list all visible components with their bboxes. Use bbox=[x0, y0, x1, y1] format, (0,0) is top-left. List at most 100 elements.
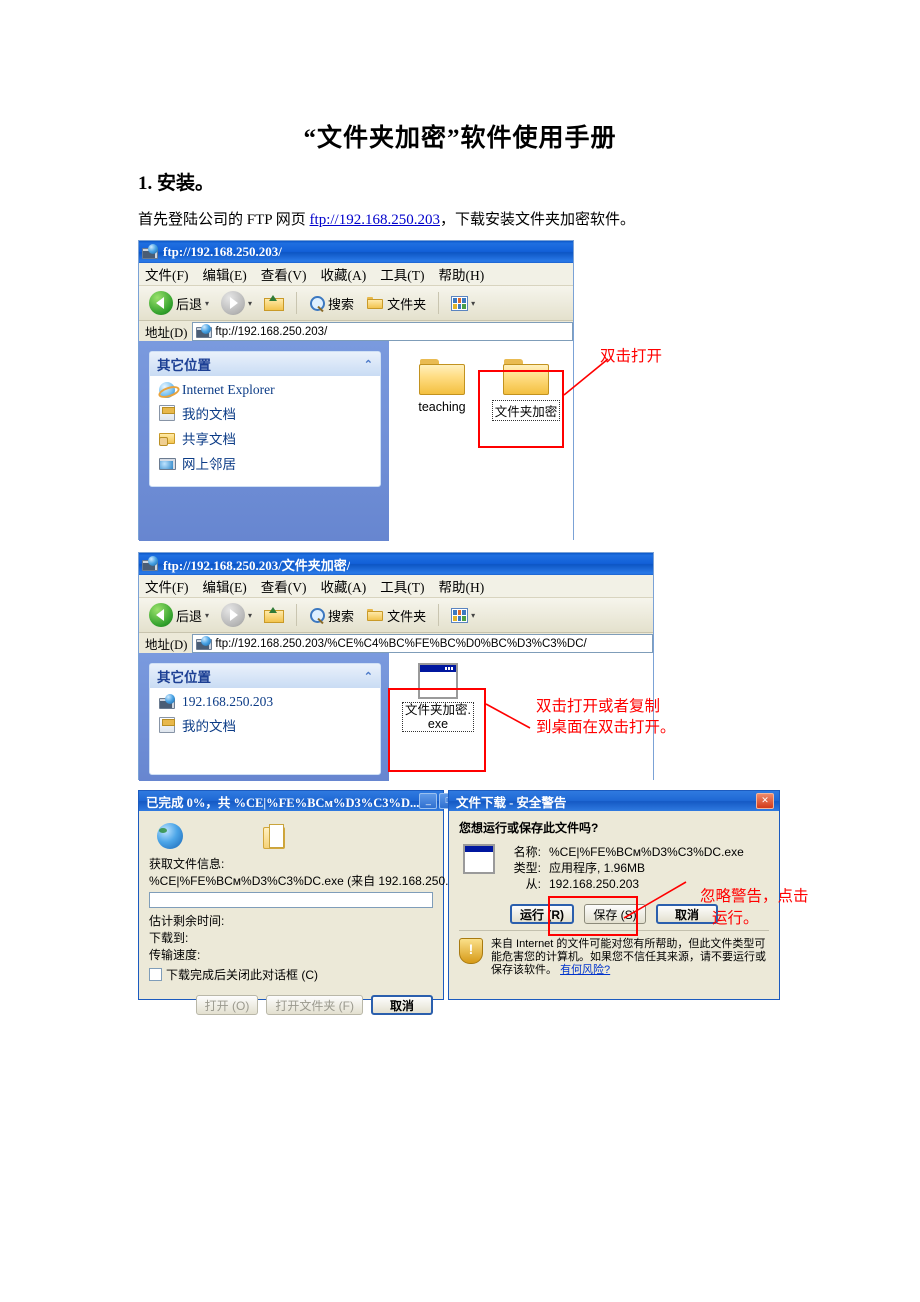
close-when-done-checkbox[interactable] bbox=[149, 968, 162, 981]
globe-icon bbox=[157, 823, 183, 849]
other-places-header[interactable]: 其它位置 ⌃ bbox=[150, 352, 380, 376]
menu-edit[interactable]: 编辑(E) bbox=[203, 264, 247, 284]
security-warning-row: 来自 Internet 的文件可能对您有所帮助，但此文件类型可能危害您的计算机。… bbox=[459, 930, 769, 977]
security-warning-text-block: 来自 Internet 的文件可能对您有所帮助，但此文件类型可能危害您的计算机。… bbox=[491, 938, 769, 977]
window1-sidebar: 其它位置 ⌃ Internet Explorer 我的文档 共享文档 网上邻居 bbox=[139, 341, 389, 541]
annotation-highlight-box-1 bbox=[478, 370, 564, 448]
other-places-panel: 其它位置 ⌃ Internet Explorer 我的文档 共享文档 网上邻居 bbox=[149, 351, 381, 487]
sidebar-item-label: 网上邻居 bbox=[182, 457, 236, 472]
close-when-done-checkbox-row[interactable]: 下载完成后关闭此对话框 (C) bbox=[149, 966, 433, 983]
open-folder-button: 打开文件夹 (F) bbox=[266, 995, 363, 1015]
search-label: 搜索 bbox=[328, 296, 355, 312]
my-documents-icon bbox=[159, 405, 175, 421]
ftp-site-icon bbox=[159, 694, 175, 710]
progress-row-eta: 估计剩余时间: bbox=[149, 914, 225, 928]
file-type-label: 类型: bbox=[513, 861, 541, 875]
open-button: 打开 (O) bbox=[195, 995, 259, 1015]
sidebar-item-network-places[interactable]: 网上邻居 bbox=[159, 453, 373, 473]
collapse-chevron-icon[interactable]: ⌃ bbox=[364, 358, 373, 371]
sidebar-item-ftp-host[interactable]: 192.168.250.203 bbox=[159, 694, 373, 710]
address-input[interactable]: ftp://192.168.250.203/%CE%C4%BC%FE%BC%D0… bbox=[192, 634, 653, 653]
search-button[interactable]: 搜索 bbox=[305, 292, 358, 315]
ftp-folder-icon bbox=[142, 556, 158, 572]
sidebar-item-my-documents[interactable]: 我的文档 bbox=[159, 715, 373, 735]
sidebar-item-my-documents[interactable]: 我的文档 bbox=[159, 403, 373, 423]
other-places-panel: 其它位置 ⌃ 192.168.250.203 我的文档 bbox=[149, 663, 381, 775]
menu-tools[interactable]: 工具(T) bbox=[380, 576, 424, 596]
annotation-run: 运行。 bbox=[712, 908, 759, 929]
back-arrow-icon bbox=[149, 603, 173, 627]
security-dialog-title-bar[interactable]: 文件下载 - 安全警告 ✕ bbox=[449, 791, 779, 811]
close-icon[interactable]: ✕ bbox=[756, 793, 774, 809]
up-button[interactable] bbox=[260, 292, 288, 314]
back-arrow-icon bbox=[149, 291, 173, 315]
folders-icon bbox=[366, 607, 384, 623]
menu-favorites[interactable]: 收藏(A) bbox=[321, 264, 367, 284]
other-places-header[interactable]: 其它位置 ⌃ bbox=[150, 664, 380, 688]
menu-favorites[interactable]: 收藏(A) bbox=[321, 576, 367, 596]
sidebar-item-label: 我的文档 bbox=[182, 719, 236, 734]
up-folder-icon bbox=[264, 294, 285, 312]
window1-title-bar[interactable]: ftp://192.168.250.203/ bbox=[139, 241, 573, 263]
annotation-double-click-open: 双击打开 bbox=[600, 348, 663, 365]
address-input[interactable]: ftp://192.168.250.203/ bbox=[192, 322, 573, 341]
views-icon bbox=[451, 607, 469, 623]
close-when-done-label: 下载完成后关闭此对话框 (C) bbox=[166, 968, 318, 982]
toolbar-separator bbox=[296, 604, 298, 626]
sidebar-item-internet-explorer[interactable]: Internet Explorer bbox=[159, 382, 373, 398]
search-icon bbox=[309, 607, 326, 625]
sidebar-item-shared-documents[interactable]: 共享文档 bbox=[159, 428, 373, 448]
back-button[interactable]: 后退 ▾ bbox=[145, 601, 213, 629]
folder-icon bbox=[418, 357, 466, 397]
application-exe-icon bbox=[463, 844, 495, 874]
forward-button[interactable]: ▾ bbox=[217, 601, 256, 629]
window1-title: ftp://192.168.250.203/ bbox=[163, 244, 282, 259]
collapse-chevron-icon[interactable]: ⌃ bbox=[364, 670, 373, 683]
cancel-button[interactable]: 取消 bbox=[371, 995, 433, 1015]
annotation-line-1: 忽略警告，点击 bbox=[700, 888, 809, 905]
window-controls: ✕ bbox=[756, 793, 776, 809]
annotation-double-click-or-copy: 双击打开或者复制 到桌面在双击打开。 bbox=[536, 696, 676, 738]
annotation-line-1: 双击打开或者复制 bbox=[536, 698, 661, 715]
security-dialog-title: 文件下载 - 安全警告 bbox=[456, 795, 567, 810]
page-title: “文件夹加密”软件使用手册 bbox=[303, 125, 617, 152]
search-button[interactable]: 搜索 bbox=[305, 604, 358, 627]
progress-bar bbox=[149, 892, 433, 908]
chevron-down-icon[interactable]: ▾ bbox=[205, 611, 209, 620]
menu-help[interactable]: 帮助(H) bbox=[439, 576, 485, 596]
chevron-down-icon[interactable]: ▾ bbox=[248, 299, 252, 308]
what-is-the-risk-link[interactable]: 有何风险? bbox=[560, 964, 610, 976]
menu-file[interactable]: 文件(F) bbox=[145, 576, 189, 596]
folders-button[interactable]: 文件夹 bbox=[362, 604, 430, 627]
views-button[interactable]: ▾ bbox=[447, 294, 479, 313]
menu-view[interactable]: 查看(V) bbox=[261, 576, 307, 596]
toolbar-separator bbox=[438, 292, 440, 314]
chevron-down-icon[interactable]: ▾ bbox=[471, 299, 475, 308]
file-item-teaching[interactable]: teaching bbox=[403, 357, 481, 416]
chevron-down-icon[interactable]: ▾ bbox=[205, 299, 209, 308]
menu-edit[interactable]: 编辑(E) bbox=[203, 576, 247, 596]
chevron-down-icon[interactable]: ▾ bbox=[248, 611, 252, 620]
annotation-leader-line-3 bbox=[623, 881, 687, 919]
menu-help[interactable]: 帮助(H) bbox=[439, 264, 485, 284]
forward-button[interactable]: ▾ bbox=[217, 289, 256, 317]
back-button[interactable]: 后退 ▾ bbox=[145, 289, 213, 317]
forward-arrow-icon bbox=[221, 291, 246, 315]
folders-button[interactable]: 文件夹 bbox=[362, 292, 430, 315]
file-source-label: 从: bbox=[525, 877, 541, 891]
progress-dialog-title-bar[interactable]: 已完成 0%，共 %CE|%FE%BCм%D3%C3%D... _ □ ✕ bbox=[139, 791, 478, 811]
ftp-link[interactable]: ftp://192.168.250.203 bbox=[310, 212, 440, 228]
menu-tools[interactable]: 工具(T) bbox=[380, 264, 424, 284]
minimize-icon[interactable]: _ bbox=[419, 793, 438, 809]
up-button[interactable] bbox=[260, 604, 288, 626]
progress-dialog-title: 已完成 0%，共 %CE|%FE%BCм%D3%C3%D... bbox=[146, 795, 420, 810]
window2-title-bar[interactable]: ftp://192.168.250.203/文件夹加密/ bbox=[139, 553, 653, 575]
menu-view[interactable]: 查看(V) bbox=[261, 264, 307, 284]
file-name-label: 名称: bbox=[513, 845, 541, 859]
window2-sidebar: 其它位置 ⌃ 192.168.250.203 我的文档 bbox=[139, 653, 389, 781]
menu-file[interactable]: 文件(F) bbox=[145, 264, 189, 284]
views-button[interactable]: ▾ bbox=[447, 606, 479, 625]
chevron-down-icon[interactable]: ▾ bbox=[471, 611, 475, 620]
sidebar-item-label: 我的文档 bbox=[182, 407, 236, 422]
other-places-title: 其它位置 bbox=[157, 358, 211, 373]
